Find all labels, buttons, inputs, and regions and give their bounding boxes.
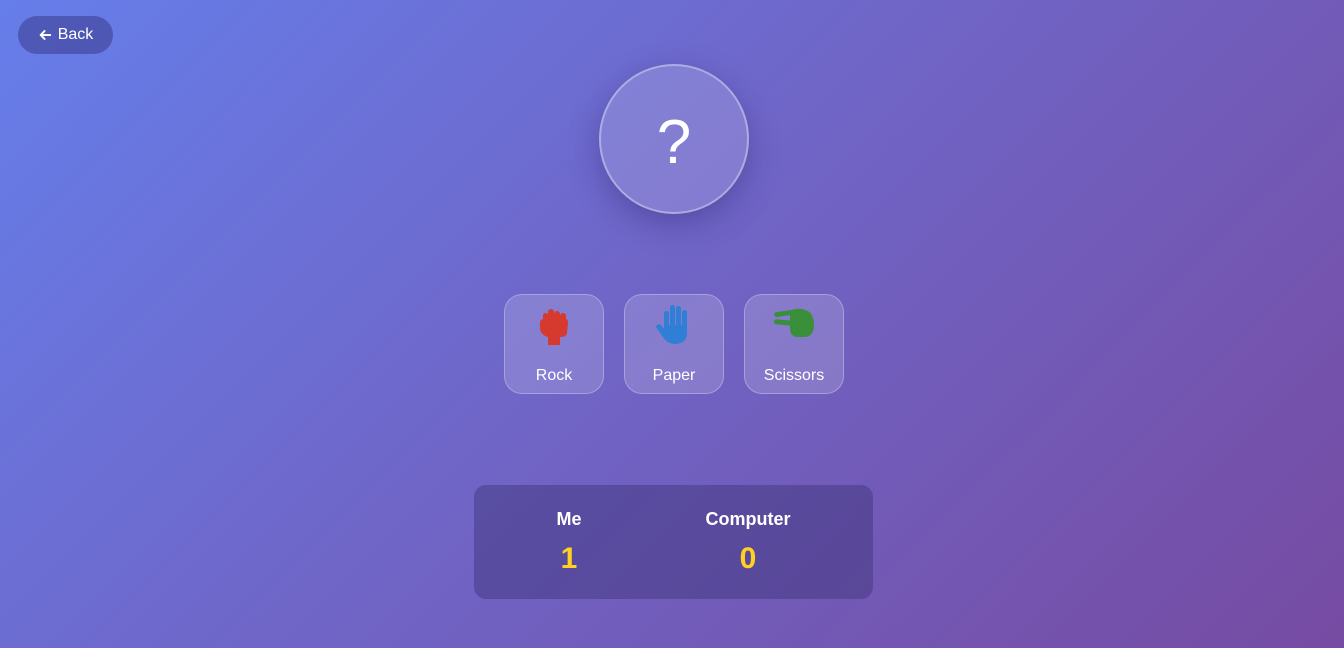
my-score-value: 1: [560, 542, 578, 575]
rock-fist-icon: [540, 309, 568, 345]
rock-button[interactable]: Rock: [504, 294, 604, 394]
my-score-column: Me 1: [489, 509, 649, 576]
computer-choice-mark: ?: [656, 108, 692, 177]
my-score-label: Me: [556, 509, 582, 529]
choice-buttons: Rock Paper Scissors: [504, 294, 844, 394]
paper-button[interactable]: Paper: [624, 294, 724, 394]
rock-label: Rock: [535, 367, 573, 384]
scoreboard: Me 1 Computer 0: [474, 485, 873, 599]
scissors-label: Scissors: [763, 367, 825, 384]
paper-label: Paper: [652, 367, 696, 384]
computer-choice-display: ?: [599, 64, 749, 214]
computer-score-column: Computer 0: [668, 509, 828, 576]
paper-hand-icon: [656, 305, 687, 344]
back-label: Back: [57, 26, 94, 43]
scissors-hand-icon: [773, 308, 814, 337]
arrow-left-icon: [39, 30, 51, 40]
computer-score-value: 0: [739, 542, 757, 575]
back-button[interactable]: Back: [18, 16, 113, 54]
computer-score-label: Computer: [705, 509, 791, 529]
scissors-button[interactable]: Scissors: [744, 294, 844, 394]
